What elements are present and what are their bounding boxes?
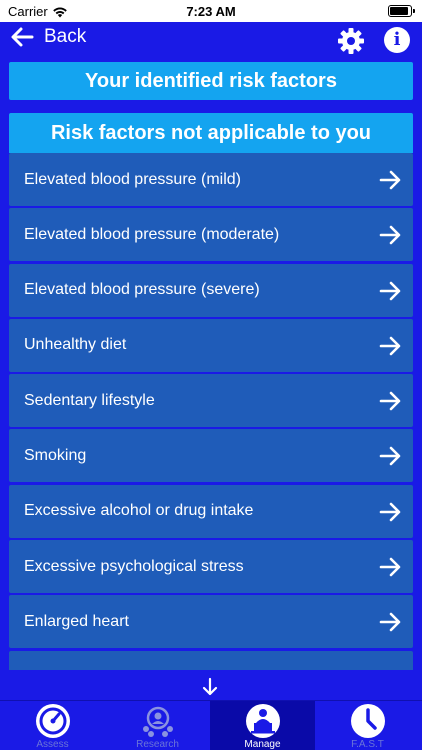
risk-factor-item[interactable]: Sedentary lifestyle	[9, 374, 413, 428]
tab-research-label: Research	[136, 739, 179, 750]
gear-icon[interactable]	[336, 26, 366, 56]
arrow-down-icon	[202, 677, 218, 696]
tab-fast-label: F.A.S.T	[351, 739, 384, 750]
tab-research[interactable]: Research	[105, 701, 210, 750]
status-bar: Carrier 7:23 AM	[0, 0, 422, 22]
arrow-right-icon	[379, 391, 401, 411]
info-icon[interactable]: i	[384, 27, 410, 53]
tab-manage-label: Manage	[244, 739, 281, 750]
risk-factor-item[interactable]: Excessive psychological stress	[9, 540, 413, 594]
risk-factor-list[interactable]: Elevated blood pressure (mild) Elevated b…	[9, 153, 413, 670]
arrow-right-icon	[379, 613, 401, 632]
back-button[interactable]: Back	[10, 26, 86, 48]
clock-icon	[351, 704, 385, 738]
risk-factor-item[interactable]: Elevated blood pressure (severe)	[9, 263, 413, 317]
research-people-icon	[143, 706, 173, 737]
risk-factor-item[interactable]: Unhealthy diet	[9, 318, 413, 372]
risk-factor-item[interactable]: Enlarged heart	[9, 595, 413, 649]
manage-laptop-icon	[246, 704, 280, 738]
identified-risk-factors-button[interactable]: Your identified risk factors	[9, 62, 413, 100]
risk-factor-item[interactable]	[9, 650, 413, 670]
risk-factor-item[interactable]: Excessive alcohol or drug intake	[9, 484, 413, 538]
risk-factor-label: Sedentary lifestyle	[24, 391, 155, 409]
arrow-right-icon	[379, 447, 401, 466]
risk-factor-item[interactable]: Smoking	[9, 429, 413, 483]
not-applicable-title: Risk factors not applicable to you	[50, 122, 372, 144]
not-applicable-header: Risk factors not applicable to you	[9, 113, 413, 153]
risk-factor-item[interactable]: Elevated blood pressure (moderate)	[9, 208, 413, 262]
risk-factor-label: Enlarged heart	[24, 612, 129, 630]
back-label: Back	[44, 26, 87, 47]
arrow-right-icon	[379, 281, 401, 300]
identified-risk-factors-title: Your identified risk factors	[85, 70, 337, 92]
tab-assess[interactable]: Assess	[0, 701, 105, 750]
risk-factor-label: Elevated blood pressure (moderate)	[24, 225, 280, 243]
gauge-icon	[36, 704, 70, 738]
tab-bar: Assess Research Manage F.A.S.T	[0, 700, 422, 750]
arrow-right-icon	[379, 557, 401, 577]
arrow-left-icon	[11, 27, 34, 47]
arrow-right-icon	[379, 225, 401, 245]
arrow-right-icon	[379, 502, 401, 522]
arrow-right-icon	[379, 170, 401, 190]
risk-factor-label: Smoking	[24, 446, 87, 464]
risk-factor-item[interactable]: Elevated blood pressure (mild)	[9, 153, 413, 206]
risk-factor-label: Excessive alcohol or drug intake	[24, 502, 254, 520]
status-time: 7:23 AM	[186, 4, 236, 19]
arrow-right-icon	[379, 336, 401, 356]
nav-bar: Back i	[0, 22, 422, 60]
tab-fast[interactable]: F.A.S.T	[315, 701, 420, 750]
risk-factor-label: Excessive psychological stress	[24, 557, 244, 575]
tab-manage[interactable]: Manage	[210, 701, 315, 750]
tab-assess-label: Assess	[36, 739, 69, 750]
risk-factor-label: Unhealthy diet	[24, 336, 127, 354]
battery-icon	[388, 5, 415, 17]
risk-factor-label: Elevated blood pressure (mild)	[24, 170, 241, 188]
risk-factor-label: Elevated blood pressure (severe)	[24, 281, 260, 299]
